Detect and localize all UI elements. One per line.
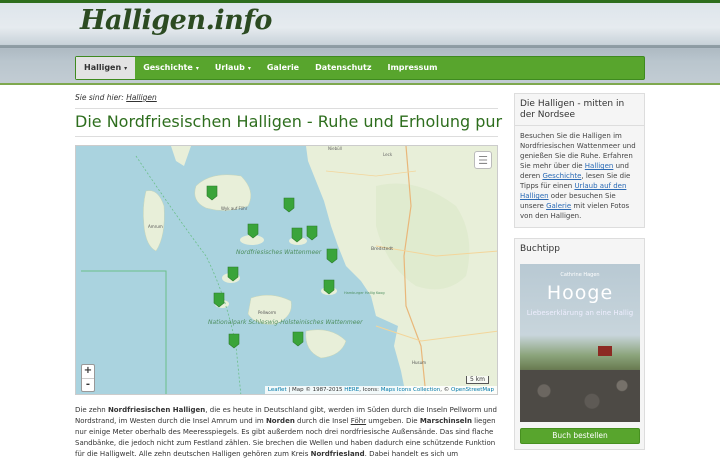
layers-icon[interactable]: ☰ xyxy=(474,151,492,169)
map-marker xyxy=(283,197,295,213)
banner-bottom-line xyxy=(0,83,720,85)
link-geschichte[interactable]: Geschichte xyxy=(542,172,581,180)
intro-text: Die zehn xyxy=(75,406,108,414)
map-label-husum: Husum xyxy=(412,360,426,365)
divider xyxy=(515,125,644,126)
nav-label: Urlaub xyxy=(214,63,245,72)
zoom-in-button[interactable]: + xyxy=(82,365,94,378)
book-title: Hooge xyxy=(546,282,614,304)
book-cover[interactable]: Cathrine Hagen Hooge Liebeserklärung an … xyxy=(520,264,640,422)
map-label-leck: Leck xyxy=(383,152,393,157)
nav-item-halligen[interactable]: Halligen ▾ xyxy=(76,57,136,79)
book-author: Cathrine Hagen xyxy=(560,272,600,278)
sidebar-box-buchtipp: Buchtipp Cathrine Hagen Hooge Liebeserkl… xyxy=(514,238,645,450)
breadcrumb-link-halligen[interactable]: Halligen xyxy=(126,93,157,102)
intro-bold: Nordfriesland xyxy=(310,450,365,458)
caret-down-icon: ▾ xyxy=(247,65,251,72)
rocks-image xyxy=(520,370,640,422)
zoom-control: + - xyxy=(81,364,95,392)
house-image xyxy=(598,346,612,356)
nav-item-geschichte[interactable]: Geschichte ▾ xyxy=(135,57,207,79)
nav-label: Halligen xyxy=(84,63,122,72)
sidebar-box-halligen: Die Halligen - mitten in der Nordsee Bes… xyxy=(514,93,645,228)
map-scale: 5 km xyxy=(465,376,489,384)
link-foehr[interactable]: Föhr xyxy=(351,417,366,425)
sidebar-box-title: Die Halligen - mitten in der Nordsee xyxy=(520,99,625,120)
banner-horizon xyxy=(0,45,720,48)
intro-bold: Marschinseln xyxy=(419,417,472,425)
attribution-text: , Icons: xyxy=(359,387,379,393)
map-marker xyxy=(306,225,318,241)
map-label-pellworm: Pellworm xyxy=(258,310,276,315)
breadcrumb: Sie sind hier: Halligen xyxy=(75,93,157,102)
sidebar-box-text: Besuchen Sie die Halligen im Nordfriesis… xyxy=(520,131,639,221)
map-marker xyxy=(228,333,240,349)
map-label-nationalpark: Nationalpark Schleswig-Holsteinisches Wa… xyxy=(208,319,363,326)
breadcrumb-prefix: Sie sind hier: xyxy=(75,93,124,102)
intro-text: . Dabei handelt es sich um xyxy=(364,450,459,458)
map-label-bredstedt: Bredstedt xyxy=(371,246,393,252)
map-canvas[interactable]: Niebüll Leck Wyk auf Föhr Amrum Nordfrie… xyxy=(76,146,498,395)
order-book-button[interactable]: Buch bestellen xyxy=(520,428,640,444)
zoom-out-button[interactable]: - xyxy=(82,378,94,391)
map-label-wyk: Wyk auf Föhr xyxy=(221,206,248,211)
intro-text: durch die Insel xyxy=(294,417,351,425)
icons-link[interactable]: Maps Icons Collection xyxy=(381,387,441,393)
map-marker xyxy=(292,331,304,347)
intro-paragraph: Die zehn Nordfriesischen Halligen, die e… xyxy=(75,405,498,460)
caret-down-icon: ▾ xyxy=(124,65,128,72)
island-amrum xyxy=(143,190,165,252)
nav-label: Geschichte xyxy=(143,63,193,72)
link-halligen[interactable]: Halligen xyxy=(585,162,614,170)
nav-item-galerie[interactable]: Galerie xyxy=(259,57,307,79)
osm-link[interactable]: OpenStreetMap xyxy=(451,387,494,393)
map-label-amrum: Amrum xyxy=(148,224,163,229)
nav-item-datenschutz[interactable]: Datenschutz xyxy=(307,57,379,79)
page-title: Die Nordfriesischen Halligen - Ruhe und … xyxy=(75,112,503,131)
book-subtitle: Liebeserklärung an eine Hallig xyxy=(526,309,634,317)
divider xyxy=(75,136,498,137)
attribution-text: , © xyxy=(440,387,450,393)
attribution-text: | Map © 1987-2015 xyxy=(288,387,343,393)
sidebar-box-title: Buchtipp xyxy=(520,244,560,254)
map-label-niebuell: Niebüll xyxy=(328,146,342,151)
main-navigation: Halligen ▾ Geschichte ▾ Urlaub ▾ Galerie Da… xyxy=(75,56,645,80)
map-label-wattenmeer: Nordfriesisches Wattenmeer xyxy=(236,249,322,256)
map-attribution: Leaflet | Map © 1987-2015 HERE, Icons: M… xyxy=(264,386,497,394)
divider xyxy=(75,108,498,109)
caret-down-icon: ▾ xyxy=(195,65,199,72)
intro-bold: Nordfriesischen Halligen xyxy=(107,406,206,414)
nav-item-urlaub[interactable]: Urlaub ▾ xyxy=(207,57,259,79)
map-view[interactable]: Niebüll Leck Wyk auf Föhr Amrum Nordfrie… xyxy=(75,145,498,395)
here-link[interactable]: HERE xyxy=(344,387,359,393)
map-marker xyxy=(326,248,338,264)
island-sylt xyxy=(171,146,191,166)
site-logo[interactable]: Halligen.info xyxy=(80,5,272,36)
leaflet-link[interactable]: Leaflet xyxy=(268,387,287,393)
intro-text: umgeben. Die xyxy=(366,417,420,425)
island-nordstrand xyxy=(305,329,347,359)
nav-item-impressum[interactable]: Impressum xyxy=(379,57,445,79)
map-label-hamburger-koog: Hamburger Hallig Koog xyxy=(344,291,385,295)
link-galerie[interactable]: Galerie xyxy=(546,202,571,210)
intro-bold: Norden xyxy=(265,417,295,425)
